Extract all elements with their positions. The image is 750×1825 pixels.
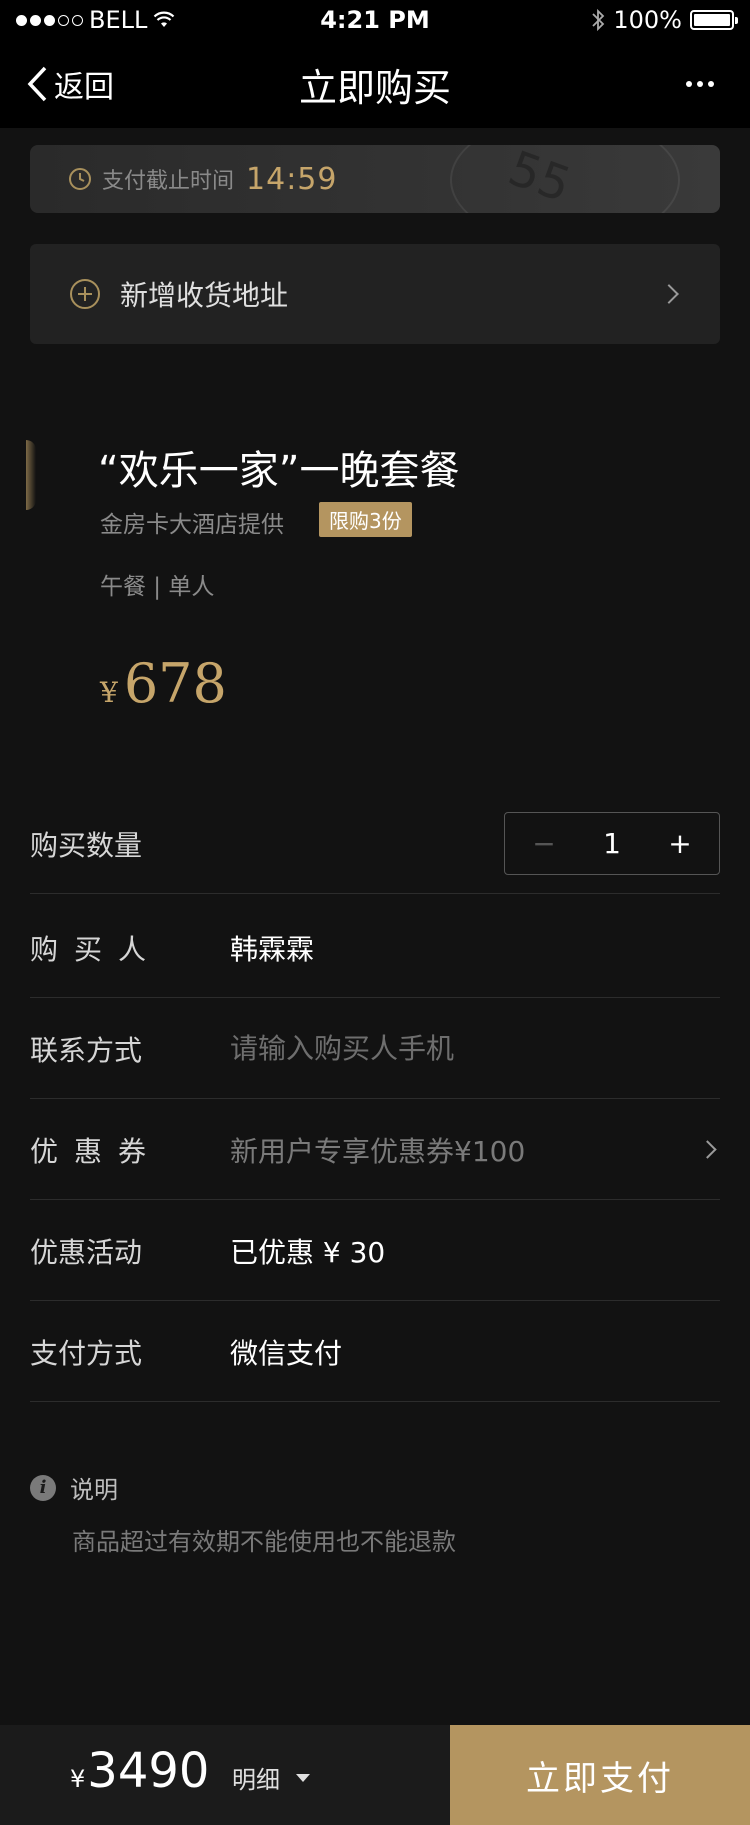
coupon-value: 新用户专享优惠券¥100 [230, 1134, 526, 1168]
clock-icon [69, 168, 91, 190]
info-icon: i [30, 1474, 56, 1501]
coupon-row[interactable]: 优惠券 新用户专享优惠券¥100 [30, 1100, 720, 1200]
promotion-row: 优惠活动 已优惠 ¥ 30 [30, 1201, 720, 1301]
notes-header: i 说明 [30, 1470, 118, 1505]
back-label: 返回 [54, 70, 114, 105]
promotion-label: 优惠活动 [30, 1235, 143, 1269]
status-time: 4:21 PM [320, 6, 430, 34]
bottom-bar: ¥ 3490 明细 立即支付 [0, 1725, 750, 1825]
purchase-limit-badge: 限购3份 [319, 502, 412, 537]
price-currency: ¥ [100, 676, 118, 709]
total-price: ¥ 3490 [70, 1743, 209, 1799]
promotion-value: 已优惠 ¥ 30 [230, 1235, 386, 1269]
chevron-right-icon [698, 1140, 717, 1159]
notes-title: 说明 [70, 1476, 118, 1504]
nav-bar: 返回 立即购买 [0, 40, 750, 128]
contact-row: 联系方式 [30, 999, 720, 1099]
quantity-row: 购买数量 − 1 + [30, 794, 720, 894]
buyer-label: 购买人 [30, 932, 163, 966]
contact-label: 联系方式 [30, 1033, 143, 1067]
deadline-time: 14:59 [246, 161, 338, 197]
total-value: 3490 [87, 1743, 210, 1799]
quantity-stepper: − 1 + [504, 812, 720, 875]
buyer-name-field[interactable]: 韩霖霖 [230, 928, 720, 968]
notes-text: 商品超过有效期不能使用也不能退款 [72, 1528, 456, 1556]
battery-icon [690, 10, 738, 30]
product-accent-graphic [26, 440, 36, 510]
back-button[interactable]: 返回 [26, 62, 114, 106]
payment-method-label: 支付方式 [30, 1336, 143, 1370]
add-address-label: 新增收货地址 [120, 279, 289, 312]
total-currency: ¥ [70, 1765, 86, 1793]
chevron-left-icon [27, 66, 47, 102]
coupon-label: 优惠券 [30, 1134, 163, 1168]
status-bar: BELL 4:21 PM 100% [0, 0, 750, 40]
product-provider: 金房卡大酒店提供 [100, 512, 284, 538]
deadline-label: 支付截止时间 [102, 169, 235, 194]
pay-now-button[interactable]: 立即支付 [450, 1725, 750, 1825]
payment-deadline-banner: 55 支付截止时间 14:59 [30, 145, 720, 213]
buyer-row: 购买人 韩霖霖 [30, 898, 720, 998]
detail-toggle[interactable]: 明细 [232, 1760, 310, 1795]
decrease-button[interactable]: − [529, 827, 559, 860]
quantity-value: 1 [603, 827, 621, 860]
product-title: “欢乐一家”一晚套餐 [98, 448, 460, 494]
plus-circle-icon [70, 279, 100, 309]
increase-button[interactable]: + [665, 827, 695, 860]
phone-input[interactable] [230, 1032, 720, 1065]
chevron-right-icon [659, 284, 679, 304]
price-value: 678 [123, 652, 227, 715]
quantity-label: 购买数量 [30, 828, 143, 862]
payment-method-row[interactable]: 支付方式 微信支付 [30, 1302, 720, 1402]
caret-down-icon [296, 1773, 310, 1782]
product-price: ¥ 678 [100, 652, 227, 715]
detail-label: 明细 [232, 1766, 280, 1794]
more-icon[interactable] [680, 64, 720, 104]
payment-method-value: 微信支付 [230, 1336, 343, 1370]
product-meta: 午餐 | 单人 [100, 574, 215, 600]
add-address-button[interactable]: 新增收货地址 [30, 244, 720, 344]
